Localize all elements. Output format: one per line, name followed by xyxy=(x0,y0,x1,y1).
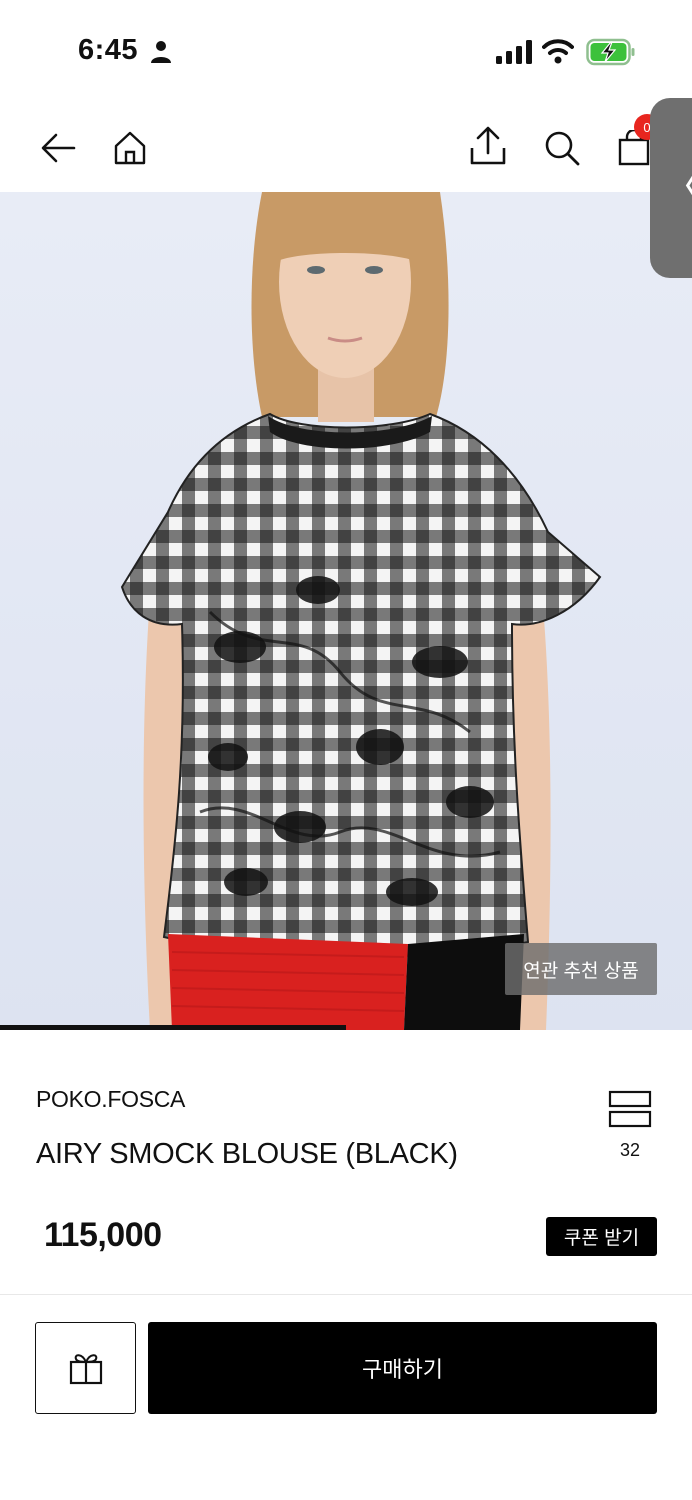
signal-icon xyxy=(496,40,532,64)
buy-button[interactable]: 구매하기 xyxy=(148,1322,657,1414)
back-button[interactable] xyxy=(38,128,78,168)
back-arrow-icon xyxy=(41,133,76,163)
home-icon xyxy=(114,131,146,165)
status-time: 6:45 xyxy=(78,34,139,66)
search-icon xyxy=(545,131,580,166)
chevron-left-icon: 〈 xyxy=(660,166,692,210)
search-button[interactable] xyxy=(542,128,582,168)
product-price: 115,000 xyxy=(44,1216,162,1254)
home-button[interactable] xyxy=(110,128,150,168)
share-button[interactable] xyxy=(468,126,508,166)
battery-charging-icon xyxy=(586,38,635,66)
navigation-bar xyxy=(0,100,692,192)
share-icon xyxy=(470,126,506,165)
person-icon xyxy=(151,41,171,63)
gift-button[interactable] xyxy=(35,1322,136,1414)
related-products-button[interactable]: 연관 추천 상품 xyxy=(505,943,657,995)
side-drawer-handle[interactable]: 〈 xyxy=(650,98,692,278)
divider xyxy=(0,1294,692,1295)
wishlist-icon[interactable] xyxy=(608,1090,652,1128)
wifi-icon xyxy=(542,39,574,64)
brand-name[interactable]: POKO.FOSCA xyxy=(36,1086,185,1113)
gift-icon xyxy=(69,1354,102,1385)
wishlist-count: 32 xyxy=(619,1140,641,1160)
product-photo xyxy=(0,192,692,1030)
product-image[interactable] xyxy=(0,192,692,1030)
status-bar: 6:45 xyxy=(0,0,692,100)
image-carousel-progress xyxy=(0,1025,346,1030)
coupon-button[interactable]: 쿠폰 받기 xyxy=(546,1217,657,1256)
product-title: AIRY SMOCK BLOUSE (BLACK) xyxy=(36,1138,458,1170)
